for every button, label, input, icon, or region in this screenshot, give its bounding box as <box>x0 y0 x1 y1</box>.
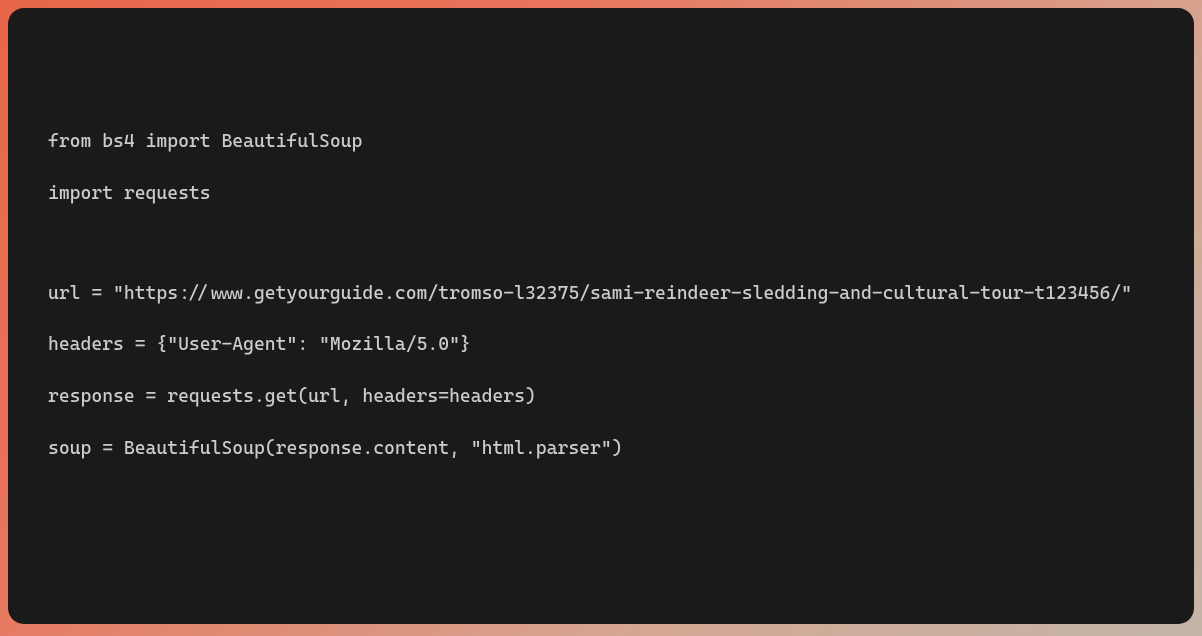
code-line-1: from bs4 import BeautifulSoup <box>48 128 1154 156</box>
code-line-2: import requests <box>48 180 1154 208</box>
code-line-4: headers = {"User-Agent": "Mozilla/5.0"} <box>48 331 1154 359</box>
code-line-5: response = requests.get(url, headers=hea… <box>48 383 1154 411</box>
code-line-3: url = "https://www.getyourguide.com/trom… <box>48 280 1154 308</box>
code-line-6: soup = BeautifulSoup(response.content, "… <box>48 435 1154 463</box>
code-panel: from bs4 import BeautifulSoup import req… <box>8 8 1194 624</box>
blank-line <box>48 232 1154 256</box>
